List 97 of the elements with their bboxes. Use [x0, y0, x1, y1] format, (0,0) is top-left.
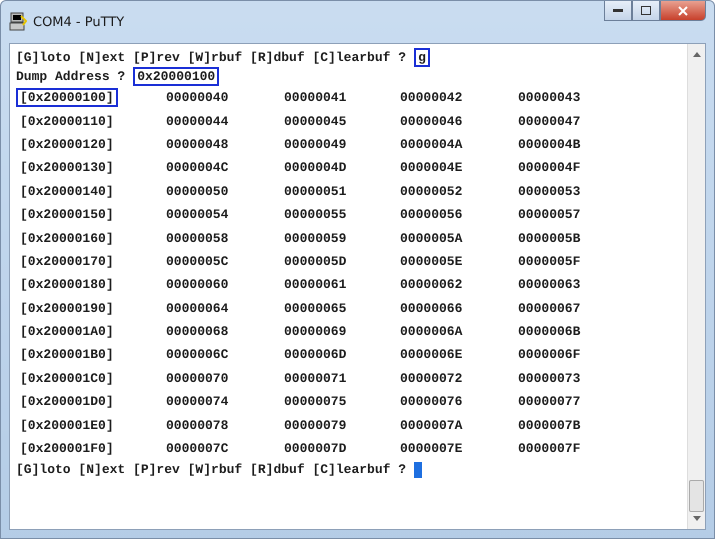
memory-value: 00000046 [400, 114, 464, 129]
terminal-computer-icon [9, 12, 27, 32]
minimize-icon [613, 8, 623, 12]
memory-value: 0000006A [400, 324, 464, 340]
memory-value: 0000007C [166, 441, 230, 456]
up-arrow-icon[interactable] [692, 52, 700, 57]
close-button[interactable] [660, 1, 706, 21]
memory-value: 00000068 [166, 324, 230, 340]
maximize-icon [641, 6, 651, 15]
memory-value: 0000007F [518, 441, 582, 456]
memory-value: 0000005C [166, 254, 230, 269]
memory-value: 00000076 [400, 394, 464, 410]
memory-value: 00000061 [284, 277, 348, 292]
memory-value: 0000004B [518, 136, 582, 152]
memory-value: 0000005D [284, 254, 348, 269]
memory-value: 00000042 [400, 90, 464, 106]
memory-value: 00000060 [166, 277, 230, 292]
address-label: [0x200001F0] [19, 440, 115, 458]
command-prompt: [G]loto [N]ext [P]rev [W]rbuf [R]dbuf [C]learbuf ? [16, 462, 406, 478]
address-label: [0x200001C0] [19, 370, 115, 388]
address-label: [0x20000180] [19, 276, 115, 294]
address-label: [0x20000170] [19, 252, 115, 271]
memory-value: 00000079 [284, 418, 348, 433]
memory-value: 0000005A [400, 230, 464, 246]
address-label: [0x20000150] [19, 206, 115, 224]
memory-value: 00000059 [284, 230, 348, 246]
memory-value: 0000004D [284, 160, 348, 176]
memory-value: 00000064 [166, 300, 230, 316]
memory-value: 0000004A [400, 136, 464, 152]
memory-value: 00000051 [284, 184, 348, 199]
memory-value: 00000058 [166, 230, 230, 246]
memory-value: 00000062 [400, 277, 464, 292]
memory-value: 00000053 [518, 184, 582, 199]
window-title: COM4 - PuTTY [33, 14, 124, 30]
memory-value: 00000057 [518, 207, 582, 222]
memory-value: 00000044 [166, 114, 230, 129]
address-label: [0x200001B0] [19, 346, 115, 364]
memory-value: 0000007D [284, 441, 348, 456]
memory-value: 00000069 [284, 324, 348, 340]
memory-value: 00000047 [518, 114, 582, 129]
memory-value: 00000063 [518, 277, 582, 292]
scrollbar[interactable] [687, 44, 705, 529]
address-label: [0x200001A0] [19, 323, 115, 342]
memory-value: 00000067 [518, 300, 582, 316]
memory-value: 00000043 [518, 90, 582, 106]
memory-value: 0000004C [166, 160, 230, 176]
memory-value: 00000072 [400, 370, 464, 386]
memory-value: 00000065 [284, 300, 348, 316]
memory-value: 00000055 [284, 207, 348, 222]
memory-value: 0000006E [400, 347, 464, 362]
address-label: [0x20000160] [19, 230, 115, 248]
memory-value: 0000005F [518, 254, 582, 269]
memory-value: 00000045 [284, 114, 348, 129]
close-icon [678, 6, 688, 16]
memory-value: 00000052 [400, 184, 464, 199]
memory-value: 0000007B [518, 418, 582, 433]
memory-value: 00000074 [166, 394, 230, 410]
memory-value: 00000054 [166, 207, 230, 222]
memory-value: 0000006F [518, 347, 582, 362]
memory-value: 0000004F [518, 160, 582, 176]
memory-value: 00000073 [518, 370, 582, 386]
memory-value: 00000041 [284, 90, 348, 106]
memory-value: 00000077 [518, 394, 582, 410]
scrollbar-thumb[interactable] [689, 480, 704, 512]
address-label: [0x20000110] [19, 112, 115, 131]
memory-value: 0000007E [400, 441, 464, 456]
memory-value: 00000048 [166, 136, 230, 152]
minimize-button[interactable] [604, 1, 632, 21]
memory-value: 0000006D [284, 347, 348, 362]
memory-value: 00000078 [166, 418, 230, 433]
address-label: [0x20000120] [19, 136, 115, 154]
memory-value: 00000056 [400, 207, 464, 222]
memory-value: 00000049 [284, 136, 348, 152]
down-arrow-icon[interactable] [692, 516, 700, 521]
address-label: [0x20000140] [19, 182, 115, 201]
typed-command: g [414, 48, 430, 67]
dump-address-prompt: Dump Address ? [16, 69, 126, 84]
memory-value: 0000004E [400, 160, 464, 176]
address-label: [0x20000100] [16, 88, 118, 108]
memory-value: 00000050 [166, 184, 230, 199]
command-prompt: [G]loto [N]ext [P]rev [W]rbuf [R]dbuf [C]learbuf ? [16, 50, 406, 65]
memory-value: 0000007A [400, 418, 464, 433]
address-label: [0x20000130] [19, 159, 115, 178]
typed-address: 0x20000100 [133, 67, 220, 86]
address-label: [0x200001E0] [19, 416, 115, 435]
memory-value: 00000066 [400, 300, 464, 316]
memory-value: 0000006C [166, 347, 230, 362]
memory-value: 00000071 [284, 370, 348, 386]
memory-value: 0000006B [518, 324, 582, 340]
memory-value: 0000005B [518, 230, 582, 246]
memory-value: 00000040 [166, 90, 230, 106]
memory-value: 0000005E [400, 254, 464, 269]
address-label: [0x200001D0] [19, 393, 115, 412]
memory-value: 00000075 [284, 394, 348, 410]
maximize-button[interactable] [632, 1, 660, 21]
address-label: [0x20000190] [19, 300, 115, 318]
memory-value: 00000070 [166, 370, 230, 386]
